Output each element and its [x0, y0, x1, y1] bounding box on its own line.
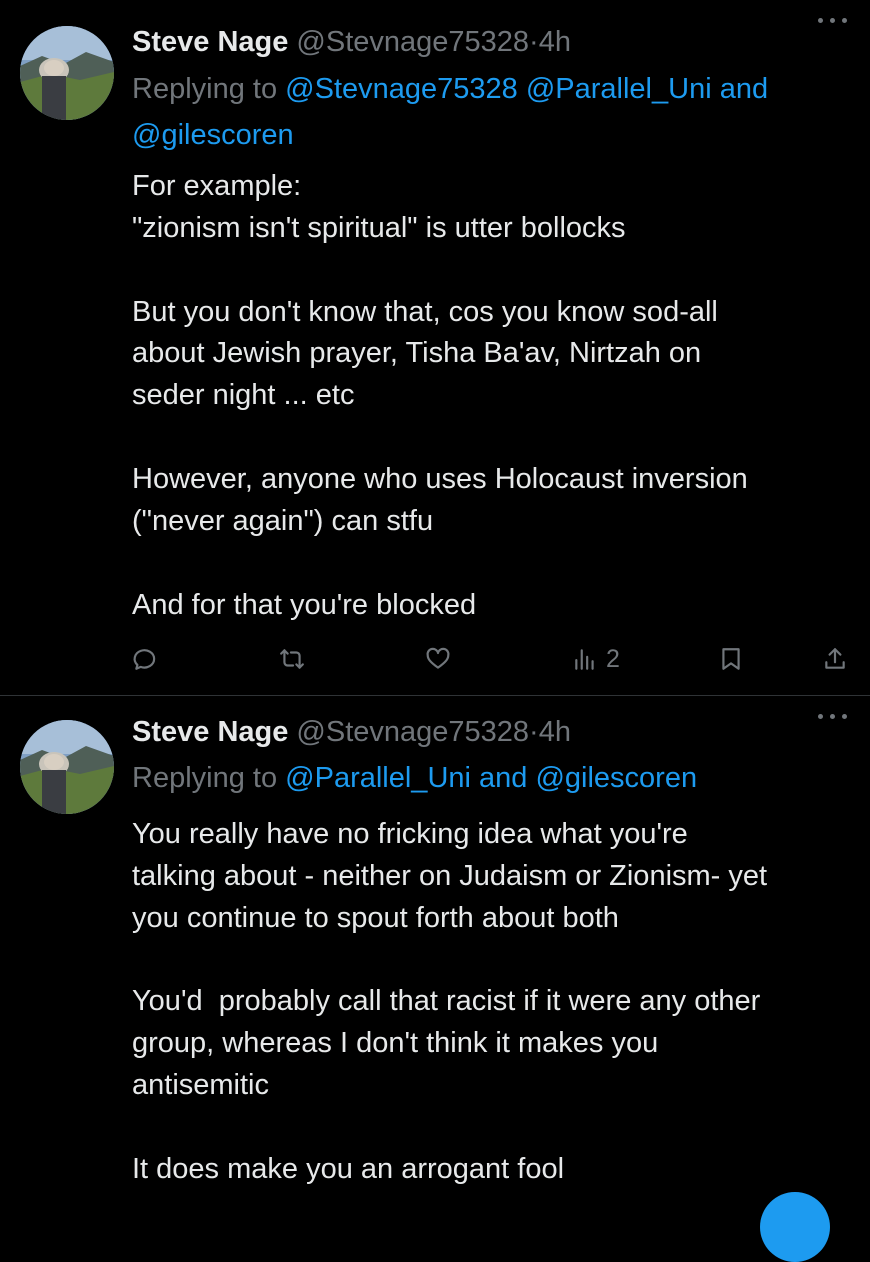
text-line: You'd probably call that racist if it we… — [132, 985, 761, 1018]
text-line: antisemitic — [132, 1068, 269, 1101]
views-count: 2 — [606, 644, 620, 673]
tweet[interactable]: Steve Nage @Stevnage75328·4h Replying to… — [0, 0, 870, 696]
replying-to: Replying to @Stevnage75328 @Parallel_Uni… — [132, 66, 840, 158]
tweet-text: You really have no fricking idea what yo… — [132, 814, 850, 1191]
text-line: ("never again") can stfu — [132, 504, 434, 537]
tweet-header: Steve Nage @Stevnage75328·4h — [132, 22, 850, 62]
avatar[interactable] — [20, 720, 114, 814]
text-line: It does make you an arrogant fool — [132, 1152, 565, 1185]
text-line: you continue to spout forth about both — [132, 901, 619, 934]
text-line: seder night ... etc — [132, 379, 355, 412]
mention-link[interactable]: @gilescoren — [132, 119, 294, 151]
text-line: However, anyone who uses Holocaust inver… — [132, 462, 748, 495]
text-line: talking about - neither on Judaism or Zi… — [132, 859, 768, 892]
reply-icon[interactable] — [132, 644, 158, 674]
text-line: "zionism isn't spiritual" is utter bollo… — [132, 211, 626, 244]
author-name[interactable]: Steve Nage — [132, 716, 288, 748]
separator-dot: · — [529, 26, 539, 58]
bookmark-icon[interactable] — [718, 644, 744, 674]
mention-link[interactable]: @Parallel_Uni — [526, 73, 712, 105]
retweet-icon[interactable] — [279, 644, 305, 674]
mention-link[interactable]: @gilescoren — [535, 762, 697, 794]
mention-link[interactable]: @Stevnage75328 — [285, 73, 518, 105]
more-options-icon[interactable] — [818, 18, 848, 24]
author-handle[interactable]: @Stevnage75328 — [296, 26, 529, 58]
tweet-text: For example: "zionism isn't spiritual" i… — [132, 166, 850, 626]
action-bar: 2 — [0, 636, 870, 680]
mention-and: and — [719, 73, 769, 105]
replying-to: Replying to @Parallel_Uni and @gilescore… — [132, 755, 840, 801]
avatar-image — [20, 26, 114, 120]
more-options-icon[interactable] — [818, 714, 848, 720]
author-name[interactable]: Steve Nage — [132, 26, 288, 58]
tweet-header: Steve Nage @Stevnage75328·4h — [132, 712, 850, 752]
tweet[interactable]: Steve Nage @Stevnage75328·4h Replying to… — [0, 696, 870, 1200]
replying-to-label: Replying to — [132, 762, 278, 794]
separator-dot: · — [529, 716, 539, 748]
mention-link[interactable]: @Parallel_Uni — [285, 762, 471, 794]
like-icon[interactable] — [425, 644, 451, 674]
text-line: But you don't know that, cos you know so… — [132, 295, 718, 328]
replying-to-label: Replying to — [132, 73, 278, 105]
text-line: group, whereas I don't think it makes yo… — [132, 1027, 659, 1060]
share-icon[interactable] — [822, 644, 848, 674]
text-line: For example: — [132, 170, 302, 202]
avatar-image — [20, 720, 114, 814]
text-line: And for that you're blocked — [132, 588, 477, 621]
views-icon[interactable]: 2 — [572, 644, 620, 674]
timestamp[interactable]: 4h — [539, 716, 571, 748]
compose-button[interactable] — [760, 1192, 830, 1262]
text-line: about Jewish prayer, Tisha Ba'av, Nirtza… — [132, 337, 702, 370]
author-handle[interactable]: @Stevnage75328 — [296, 716, 529, 748]
text-line: You really have no fricking idea what yo… — [132, 818, 688, 850]
mention-and: and — [479, 762, 528, 794]
avatar[interactable] — [20, 26, 114, 120]
timestamp[interactable]: 4h — [539, 26, 571, 58]
